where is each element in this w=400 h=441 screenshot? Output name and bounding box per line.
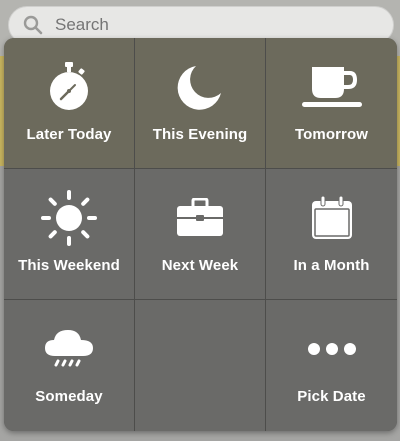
snooze-option-empty <box>135 300 266 431</box>
snooze-option-label: Pick Date <box>297 388 366 405</box>
snooze-option-label: In a Month <box>293 257 370 274</box>
moon-icon <box>135 56 265 118</box>
snooze-option-label: This Evening <box>152 126 248 143</box>
snooze-option-later-today[interactable]: Later Today <box>4 38 135 169</box>
snooze-option-in-a-month[interactable]: In a Month <box>266 169 397 300</box>
snooze-option-label: Next Week <box>161 257 239 274</box>
search-input[interactable] <box>55 15 355 35</box>
coffee-cup-icon <box>266 56 397 118</box>
snooze-panel: Later Today This Evening Tomorrow This W… <box>4 38 397 431</box>
snooze-option-next-week[interactable]: Next Week <box>135 169 266 300</box>
snooze-option-this-evening[interactable]: This Evening <box>135 38 266 169</box>
stopwatch-icon <box>4 56 134 118</box>
search-icon <box>23 14 45 36</box>
snooze-option-someday[interactable]: Someday <box>4 300 135 431</box>
snooze-option-this-weekend[interactable]: This Weekend <box>4 169 135 300</box>
snooze-option-label: Tomorrow <box>294 126 369 143</box>
briefcase-icon <box>135 187 265 249</box>
rain-cloud-icon <box>4 318 134 380</box>
more-dots-icon <box>266 318 397 380</box>
calendar-icon <box>266 187 397 249</box>
snooze-option-pick-date[interactable]: Pick Date <box>266 300 397 431</box>
snooze-option-label: Someday <box>35 388 103 405</box>
snooze-option-tomorrow[interactable]: Tomorrow <box>266 38 397 169</box>
snooze-option-label: This Weekend <box>18 257 120 274</box>
sun-icon <box>4 187 134 249</box>
snooze-option-label: Later Today <box>26 126 112 143</box>
